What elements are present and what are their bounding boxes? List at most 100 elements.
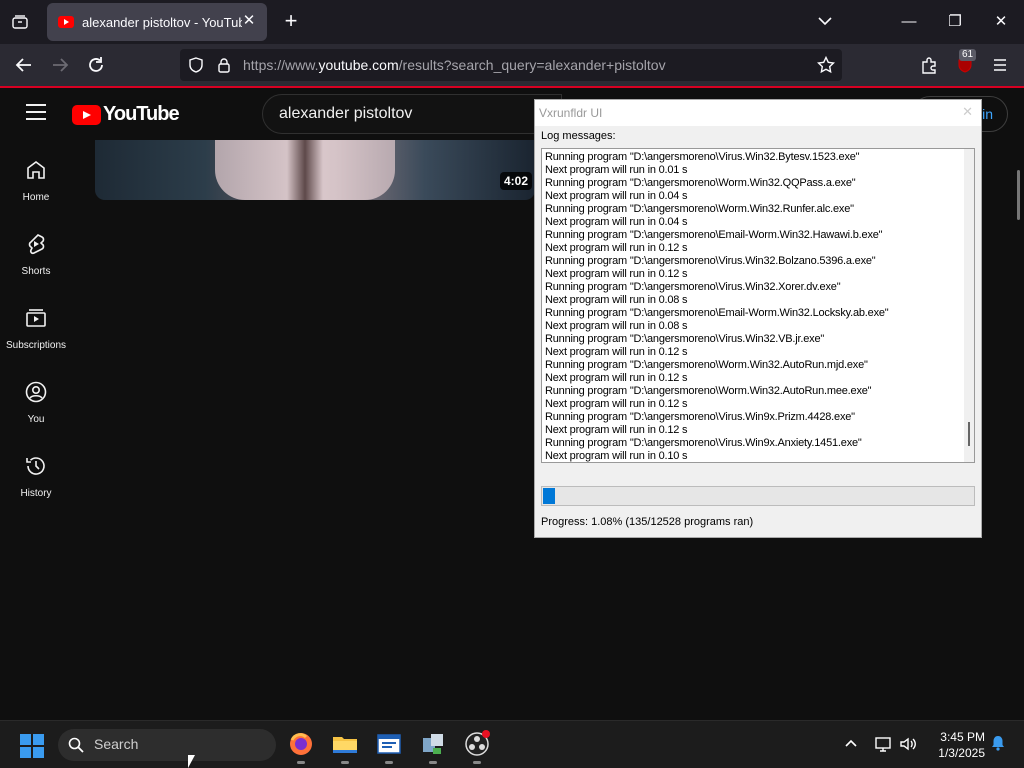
video-duration-badge: 4:02 xyxy=(500,172,533,190)
log-line: Next program will run in 0.12 s xyxy=(545,346,688,358)
sidebar-item-you[interactable]: You xyxy=(0,362,72,436)
log-line: Next program will run in 0.01 s xyxy=(545,164,688,176)
log-line: Running program "D:\angersmoreno\Virus.W… xyxy=(545,255,876,267)
log-label: Log messages: xyxy=(541,130,616,142)
app-running-indicator xyxy=(385,761,393,764)
sidebar-item-label: History xyxy=(20,488,52,499)
youtube-favicon-icon xyxy=(58,16,74,28)
file-explorer-icon[interactable] xyxy=(331,730,359,764)
vxrunfldr-window: Vxrunfldr UI ✕ Log messages: Running pro… xyxy=(534,99,982,538)
close-icon[interactable]: ✕ xyxy=(962,104,973,120)
log-scrollbar-thumb[interactable] xyxy=(968,422,970,446)
clock-time: 3:45 PM xyxy=(940,730,985,744)
obs-icon[interactable] xyxy=(463,730,491,764)
chevron-down-icon[interactable] xyxy=(816,12,836,32)
sidebar-item-subscriptions[interactable]: Subscriptions xyxy=(0,288,72,362)
log-line: Next program will run in 0.04 s xyxy=(545,216,688,228)
log-line: Running program "D:\angersmoreno\Virus.W… xyxy=(545,411,855,423)
app-running-indicator xyxy=(341,761,349,764)
history-icon xyxy=(24,454,48,478)
log-line: Next program will run in 0.12 s xyxy=(545,424,688,436)
log-line: Next program will run in 0.12 s xyxy=(545,398,688,410)
bookmark-star-icon[interactable] xyxy=(816,55,836,74)
url-prefix: https://www. xyxy=(243,57,319,73)
log-line: Next program will run in 0.12 s xyxy=(545,372,688,384)
url-path: /results?search_query=alexander+pistolto… xyxy=(398,57,666,73)
vxrunfldr-titlebar[interactable]: Vxrunfldr UI ✕ xyxy=(535,100,981,126)
reload-icon[interactable] xyxy=(84,53,108,77)
url-bar[interactable]: https://www.youtube.com/results?search_q… xyxy=(180,49,842,81)
clock-date: 1/3/2025 xyxy=(938,746,985,760)
sidebar-item-label: Shorts xyxy=(21,266,51,277)
search-icon xyxy=(68,737,84,753)
log-line: Next program will run in 0.12 s xyxy=(545,268,688,280)
log-line: Next program will run in 0.10 s xyxy=(545,450,688,462)
home-icon xyxy=(24,158,48,182)
screen: alexander pistoltov - YouTube ✕ + — ❐ ✕ xyxy=(0,0,1024,768)
firefox-icon[interactable] xyxy=(287,730,315,764)
restore-icon[interactable]: ❐ xyxy=(943,10,967,34)
sidebar-item-home[interactable]: Home xyxy=(0,140,72,214)
browser-navbar: https://www.youtube.com/results?search_q… xyxy=(0,44,1024,86)
lock-icon[interactable] xyxy=(216,57,232,73)
notification-bell-icon[interactable] xyxy=(988,735,1008,755)
back-icon[interactable] xyxy=(12,53,36,77)
taskbar-search-label: Search xyxy=(94,736,139,752)
browser-tabstrip: alexander pistoltov - YouTube ✕ + — ❐ ✕ xyxy=(0,0,1024,44)
taskbar-clock[interactable]: 3:45 PM 1/3/2025 xyxy=(925,729,985,761)
hamburger-menu-icon[interactable] xyxy=(26,104,46,120)
new-tab-icon[interactable]: + xyxy=(280,10,302,32)
close-tab-icon[interactable]: ✕ xyxy=(241,13,257,29)
log-listbox[interactable]: Running program "D:\angersmoreno\Virus.W… xyxy=(541,148,975,463)
extension-badge: 61 xyxy=(959,49,977,61)
page-scrollbar[interactable] xyxy=(1017,170,1020,220)
app-running-indicator xyxy=(297,761,305,764)
tab-list-icon[interactable] xyxy=(8,10,32,34)
extensions-icon[interactable] xyxy=(917,53,941,77)
taskbar-search[interactable]: Search xyxy=(58,729,276,761)
log-line: Running program "D:\angersmoreno\Worm.Wi… xyxy=(545,385,872,397)
tab-title: alexander pistoltov - YouTube xyxy=(82,14,242,30)
progress-fill xyxy=(543,488,555,504)
network-tool-icon[interactable] xyxy=(419,730,447,764)
chevron-up-icon[interactable] xyxy=(841,735,861,755)
taskbar: Search 3:45 PM 1/3/2025 xyxy=(0,720,1024,768)
youtube-search-input[interactable]: alexander pistoltov xyxy=(262,94,562,134)
log-scrollbar[interactable] xyxy=(964,149,974,462)
close-window-icon[interactable]: ✕ xyxy=(989,10,1013,34)
sidebar-item-label: You xyxy=(27,414,45,425)
log-line: Running program "D:\angersmoreno\Worm.Wi… xyxy=(545,359,868,371)
network-icon[interactable] xyxy=(873,735,893,755)
menu-icon[interactable] xyxy=(988,53,1012,77)
youtube-logo[interactable]: YouTube xyxy=(72,103,180,126)
url-domain: youtube.com xyxy=(318,57,399,73)
log-line: Running program "D:\angersmoreno\Worm.Wi… xyxy=(545,203,854,215)
window-title: Vxrunfldr UI xyxy=(539,106,603,120)
shield-icon[interactable] xyxy=(188,57,204,73)
app-running-indicator xyxy=(429,761,437,764)
log-line: Running program "D:\angersmoreno\Email-W… xyxy=(545,307,889,319)
log-lines: Running program "D:\angersmoreno\Virus.W… xyxy=(545,151,955,462)
app-running-indicator xyxy=(473,761,481,764)
progress-text: Progress: 1.08% (135/12528 programs ran) xyxy=(541,516,754,528)
progress-bar xyxy=(541,486,975,506)
log-line: Next program will run in 0.08 s xyxy=(545,320,688,332)
youtube-play-icon xyxy=(72,104,101,125)
sidebar-item-label: Home xyxy=(22,192,50,203)
sidebar-item-shorts[interactable]: Shorts xyxy=(0,214,72,288)
log-line: Running program "D:\angersmoreno\Email-W… xyxy=(545,229,883,241)
sidebar-item-history[interactable]: History xyxy=(0,436,72,510)
youtube-logo-text: YouTube xyxy=(103,103,180,125)
forward-icon[interactable] xyxy=(48,53,72,77)
thumbnail-figure xyxy=(215,140,395,200)
minimize-icon[interactable]: — xyxy=(897,10,921,34)
url-text[interactable]: https://www.youtube.com/results?search_q… xyxy=(243,57,666,73)
browser-tab[interactable]: alexander pistoltov - YouTube ✕ xyxy=(47,3,267,41)
windows-start-icon[interactable] xyxy=(20,734,44,758)
vxrunfldr-app-icon[interactable] xyxy=(375,730,403,764)
log-line: Running program "D:\angersmoreno\Worm.Wi… xyxy=(545,177,856,189)
mouse-cursor-icon xyxy=(188,755,195,768)
volume-icon[interactable] xyxy=(898,735,918,755)
log-line: Next program will run in 0.04 s xyxy=(545,190,688,202)
video-thumbnail[interactable] xyxy=(95,140,535,200)
